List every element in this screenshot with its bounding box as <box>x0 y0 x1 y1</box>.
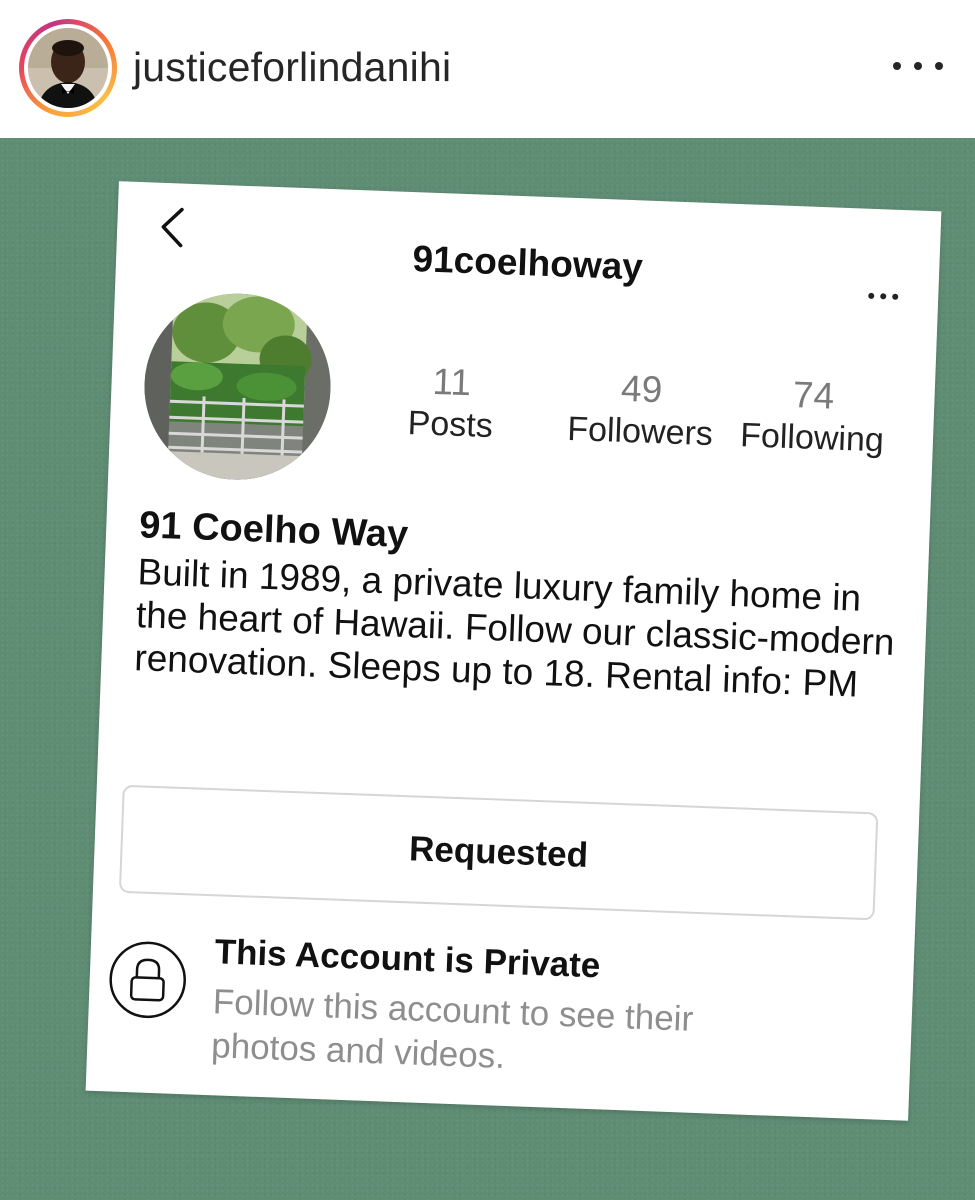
story-ring[interactable] <box>19 19 117 117</box>
post-username[interactable]: justiceforlindanihi <box>133 44 451 91</box>
followers-label: Followers <box>566 409 714 454</box>
user-avatar[interactable] <box>28 28 108 108</box>
profile-picture <box>141 290 334 484</box>
following-stat: 74 Following <box>721 372 904 463</box>
followers-count: 49 <box>620 367 664 411</box>
user-avatar-photo-icon <box>28 28 108 108</box>
following-label: Following <box>739 416 885 460</box>
profile-header-username: 91coelhoway <box>411 238 644 288</box>
followers-stat: 49 Followers <box>549 365 732 456</box>
profile-more-icon <box>868 292 899 302</box>
posts-label: Posts <box>407 403 494 446</box>
profile-screenshot-card: 91coelhoway 11 Posts 49 Followers 74 Fol… <box>85 181 942 1121</box>
profile-bio: Built in 1989, a private luxury family h… <box>133 551 896 705</box>
following-count: 74 <box>792 374 835 417</box>
profile-picture-image <box>141 290 334 484</box>
posts-count: 11 <box>431 360 472 404</box>
private-account-title: This Account is Private <box>214 932 601 986</box>
lock-icon <box>109 941 186 1019</box>
post-header: justiceforlindanihi <box>0 0 975 138</box>
private-account-subtitle: Follow this account to see their photos … <box>210 982 694 1076</box>
profile-display-name: 91 Coelho Way <box>138 504 409 557</box>
posts-stat: 11 Posts <box>380 359 523 448</box>
requested-button: Requested <box>118 784 879 921</box>
more-options-icon[interactable] <box>893 56 943 76</box>
